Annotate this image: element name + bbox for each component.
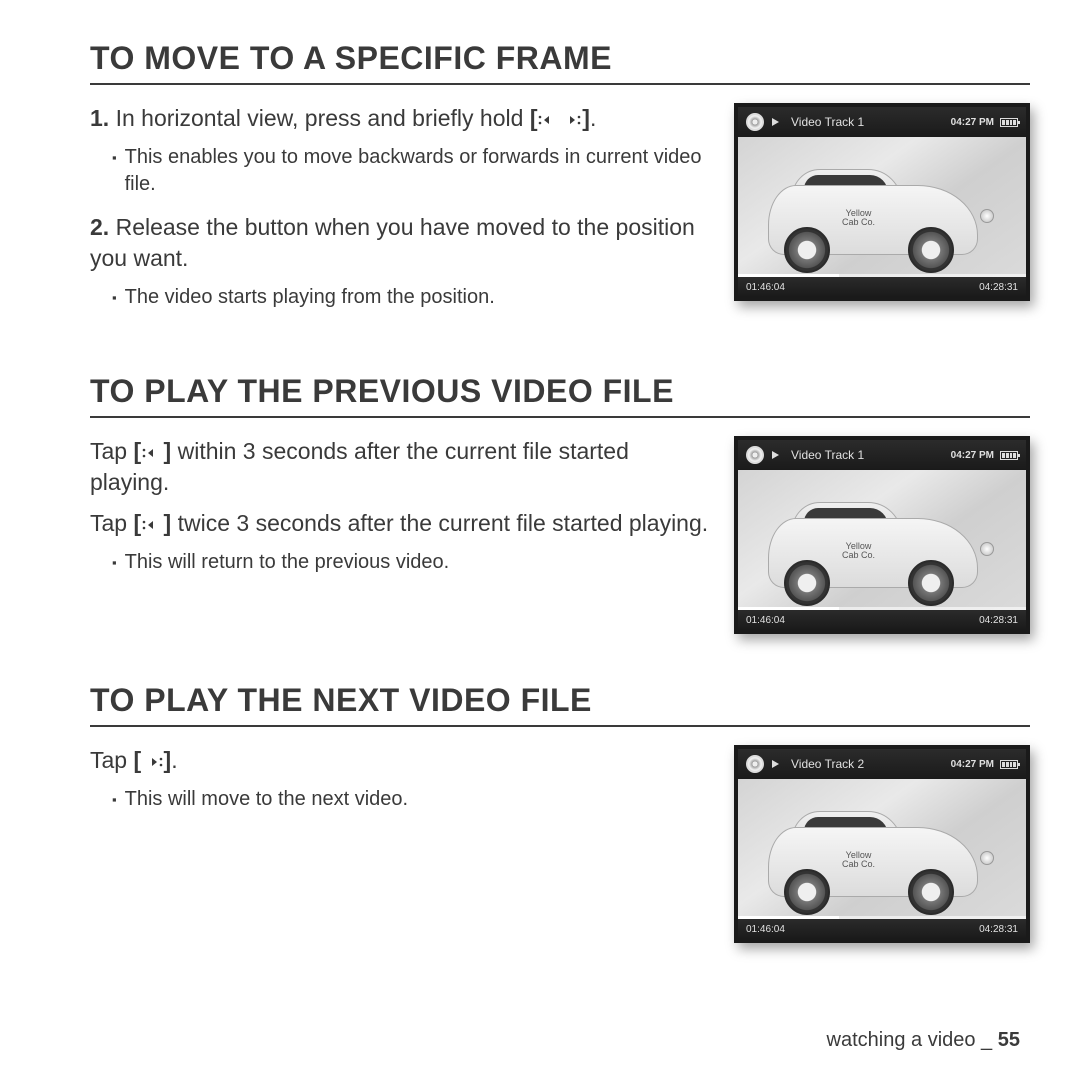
clock: 04:27 PM bbox=[951, 117, 994, 128]
clock: 04:27 PM bbox=[951, 450, 994, 461]
sub-bullet: This will move to the next video. bbox=[125, 786, 408, 813]
step-text: Tap bbox=[90, 747, 133, 773]
car-illustration: Yellow Cab Co. bbox=[758, 498, 998, 608]
section-prev-video: TO PLAY THE PREVIOUS VIDEO FILE Tap [ ] … bbox=[90, 373, 1030, 634]
right-dots-icon bbox=[566, 112, 582, 128]
step-text: In horizontal view, press and briefly ho… bbox=[116, 105, 530, 131]
video-preview: Video Track 1 04:27 PM Yellow Cab Co. 01… bbox=[734, 103, 1030, 301]
battery-icon bbox=[1000, 118, 1018, 127]
heading: TO MOVE TO A SPECIFIC FRAME bbox=[90, 40, 1030, 85]
reel-icon bbox=[746, 755, 764, 773]
section-move-frame: TO MOVE TO A SPECIFIC FRAME 1. In horizo… bbox=[90, 40, 1030, 325]
step-text: Release the button when you have moved t… bbox=[90, 214, 695, 271]
step-text-after: within 3 seconds after the current file … bbox=[90, 438, 629, 495]
video-position: 01:46:04 bbox=[746, 924, 785, 935]
car-illustration: Yellow Cab Co. bbox=[758, 807, 998, 917]
video-duration: 04:28:31 bbox=[979, 615, 1018, 626]
step-text: Tap bbox=[90, 510, 133, 536]
reel-icon bbox=[746, 446, 764, 464]
step-text-after: twice 3 seconds after the current file s… bbox=[171, 510, 708, 536]
heading: TO PLAY THE PREVIOUS VIDEO FILE bbox=[90, 373, 1030, 418]
heading: TO PLAY THE NEXT VIDEO FILE bbox=[90, 682, 1030, 727]
page-number: 55 bbox=[998, 1029, 1020, 1051]
text-column: 1. In horizontal view, press and briefly… bbox=[90, 103, 710, 325]
battery-icon bbox=[1000, 760, 1018, 769]
left-dots-icon bbox=[141, 445, 157, 461]
play-icon bbox=[772, 451, 779, 459]
footer-label: watching a video _ bbox=[827, 1029, 998, 1051]
video-title: Video Track 2 bbox=[791, 757, 864, 771]
reel-icon bbox=[746, 113, 764, 131]
section-next-video: TO PLAY THE NEXT VIDEO FILE Tap [ ]. Thi… bbox=[90, 682, 1030, 943]
step-text: Tap bbox=[90, 438, 133, 464]
video-duration: 04:28:31 bbox=[979, 282, 1018, 293]
page-footer: watching a video _ 55 bbox=[827, 1029, 1020, 1052]
left-dots-icon bbox=[537, 112, 553, 128]
clock: 04:27 PM bbox=[951, 759, 994, 770]
sub-bullet: The video starts playing from the positi… bbox=[125, 284, 495, 311]
step-number: 1. bbox=[90, 105, 109, 131]
step-number: 2. bbox=[90, 214, 109, 240]
video-position: 01:46:04 bbox=[746, 282, 785, 293]
play-icon bbox=[772, 118, 779, 126]
video-title: Video Track 1 bbox=[791, 448, 864, 462]
sub-bullet: This enables you to move backwards or fo… bbox=[125, 144, 710, 198]
video-title: Video Track 1 bbox=[791, 115, 864, 129]
battery-icon bbox=[1000, 451, 1018, 460]
video-preview: Video Track 2 04:27 PM Yellow Cab Co. 01… bbox=[734, 745, 1030, 943]
car-illustration: Yellow Cab Co. bbox=[758, 165, 998, 275]
left-dots-icon bbox=[141, 517, 157, 533]
video-preview: Video Track 1 04:27 PM Yellow Cab Co. 01… bbox=[734, 436, 1030, 634]
step-text-after: . bbox=[590, 105, 596, 131]
play-icon bbox=[772, 760, 779, 768]
sub-bullet: This will return to the previous video. bbox=[125, 549, 450, 576]
video-duration: 04:28:31 bbox=[979, 924, 1018, 935]
video-position: 01:46:04 bbox=[746, 615, 785, 626]
step-text-after: . bbox=[171, 747, 177, 773]
right-dots-icon bbox=[148, 754, 164, 770]
